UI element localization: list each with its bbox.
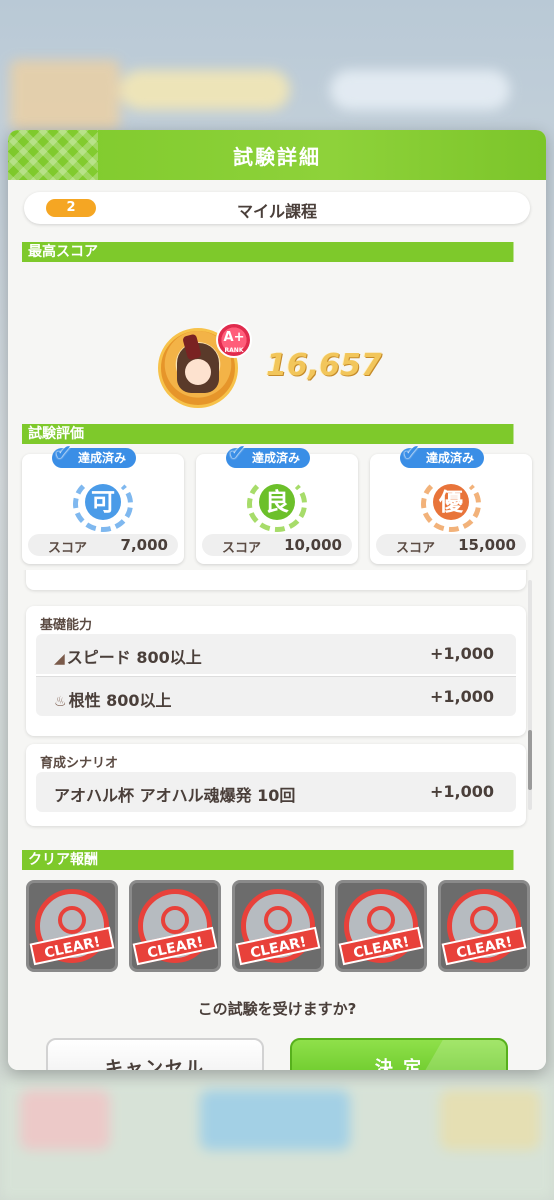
score-value: 15,000 xyxy=(458,536,516,554)
criteria-row: アオハル杯 アオハル魂爆発 10回 +1,000 xyxy=(36,772,516,812)
flame-icon: ♨ xyxy=(54,694,67,710)
reward-item[interactable]: CLEAR! xyxy=(26,880,118,972)
criteria-bonus: +1,000 xyxy=(429,782,494,801)
criteria-label: スピード 800以上 xyxy=(66,648,202,667)
reward-item[interactable]: CLEAR! xyxy=(335,880,427,972)
scrollbar[interactable] xyxy=(528,580,532,810)
score-value: 10,000 xyxy=(284,536,342,554)
criteria-label: アオハル杯 アオハル魂爆発 10回 xyxy=(54,786,296,805)
criteria-group-scenario: 育成シナリオ アオハル杯 アオハル魂爆発 10回 +1,000 xyxy=(26,744,526,826)
check-icon: ✔ xyxy=(228,441,247,466)
reward-item[interactable]: CLEAR! xyxy=(232,880,324,972)
header-pattern xyxy=(8,130,98,180)
achieved-tag: ✔ 達成済み xyxy=(400,443,485,468)
group-title: 基礎能力 xyxy=(40,618,93,633)
grade-label: 良 xyxy=(259,484,295,520)
criteria-row: ♨ 根性 800以上 +1,000 xyxy=(36,676,516,716)
best-score-section-header: 最高スコア xyxy=(22,242,534,262)
confirm-button[interactable]: 決 定 xyxy=(290,1038,508,1070)
list-item-partial xyxy=(26,570,526,590)
rank-badge: A+ RANK xyxy=(216,322,252,358)
score-label: スコア xyxy=(222,541,262,556)
score-label: スコア xyxy=(48,541,88,556)
confirm-button-label: 決 定 xyxy=(374,1058,424,1070)
rank-value: A+ xyxy=(223,330,245,345)
reward-item[interactable]: CLEAR! xyxy=(129,880,221,972)
dialog-body: 2 マイル課程 最高スコア A+ RANK 16,657 試験評価 ✔ 達成済み … xyxy=(8,180,546,1070)
evaluation-card-excellent: ✔ 達成済み 優 スコア 15,000 xyxy=(370,443,532,564)
speed-icon: ◢ xyxy=(54,651,65,667)
exam-detail-dialog: 試験詳細 2 マイル課程 最高スコア A+ RANK 16,657 試験評価 ✔… xyxy=(8,130,546,1070)
criteria-bonus: +1,000 xyxy=(429,644,494,663)
check-icon: ✔ xyxy=(402,441,421,466)
scrollbar-thumb[interactable] xyxy=(528,730,532,790)
grade-medal-icon: 優 xyxy=(421,476,481,532)
dialog-title: 試験詳細 xyxy=(233,144,321,169)
criteria-label: 根性 800以上 xyxy=(68,691,172,710)
grade-medal-icon: 良 xyxy=(247,476,307,532)
score-pill: スコア 7,000 xyxy=(28,534,178,556)
rank-sub: RANK xyxy=(224,347,244,354)
cancel-button-label: キャンセル xyxy=(105,1058,205,1070)
best-score-value: 16,657 xyxy=(266,348,382,383)
criteria-bonus: +1,000 xyxy=(429,687,494,706)
grade-medal-icon: 可 xyxy=(73,476,133,532)
achieved-tag: ✔ 達成済み xyxy=(52,443,137,468)
course-bar: 2 マイル課程 xyxy=(24,192,530,224)
score-pill: スコア 15,000 xyxy=(376,534,526,556)
evaluation-section-header: 試験評価 xyxy=(22,424,534,444)
confirm-question: この試験を受けますか? xyxy=(197,1000,357,1018)
check-icon: ✔ xyxy=(54,441,73,466)
score-label: スコア xyxy=(396,541,436,556)
achieved-tag: ✔ 達成済み xyxy=(226,443,311,468)
reward-item[interactable]: CLEAR! xyxy=(438,880,530,972)
criteria-group-basic: 基礎能力 ◢ スピード 800以上 +1,000 ♨ 根性 800以上 +1,000 xyxy=(26,606,526,736)
score-pill: スコア 10,000 xyxy=(202,534,352,556)
score-value: 7,000 xyxy=(120,536,168,554)
grade-label: 可 xyxy=(85,484,121,520)
evaluation-card-good: ✔ 達成済み 良 スコア 10,000 xyxy=(196,443,358,564)
evaluation-card-pass: ✔ 達成済み 可 スコア 7,000 xyxy=(22,443,184,564)
criteria-row: ◢ スピード 800以上 +1,000 xyxy=(36,634,516,674)
criteria-scroll-list[interactable]: 基礎能力 ◢ スピード 800以上 +1,000 ♨ 根性 800以上 +1,000… xyxy=(22,570,534,840)
grade-label: 優 xyxy=(433,484,469,520)
reward-section-header: クリア報酬 xyxy=(22,850,534,870)
group-title: 育成シナリオ xyxy=(40,756,119,771)
dialog-header: 試験詳細 xyxy=(8,130,546,180)
cancel-button[interactable]: キャンセル xyxy=(46,1038,264,1070)
course-name: マイル課程 xyxy=(236,202,317,221)
